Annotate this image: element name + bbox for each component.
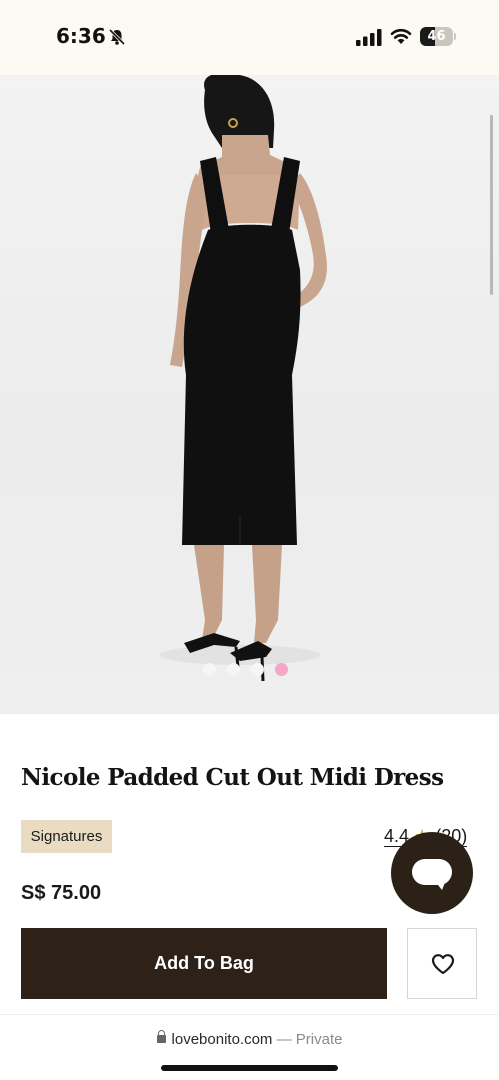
gallery-dot[interactable] — [275, 663, 288, 676]
product-image-carousel[interactable] — [0, 75, 499, 714]
add-to-bag-button[interactable]: Add To Bag — [21, 928, 387, 999]
gallery-dot[interactable] — [251, 663, 264, 676]
chat-bubble-icon — [412, 859, 452, 885]
lock-icon — [156, 1030, 166, 1045]
gallery-dot[interactable] — [227, 663, 240, 676]
url-separator: — — [276, 1031, 292, 1048]
wishlist-button[interactable] — [407, 928, 477, 999]
scroll-indicator[interactable] — [490, 115, 493, 295]
browser-bar[interactable]: lovebonito.com — Private — [0, 1014, 499, 1080]
chat-bubble-tail — [434, 880, 446, 890]
gallery-dots[interactable] — [203, 663, 288, 677]
cellular-signal-icon — [356, 29, 382, 46]
status-bar: 6:36 46 — [0, 0, 499, 75]
url-domain: lovebonito.com — [171, 1031, 273, 1048]
private-mode-label: Private — [295, 1031, 343, 1048]
heart-icon — [431, 954, 455, 975]
battery-icon: 46 — [420, 27, 456, 46]
product-title: Nicole Padded Cut Out Midi Dress — [21, 764, 444, 791]
product-price: S$ 75.00 — [21, 882, 102, 904]
product-photo — [160, 75, 327, 682]
gallery-dot[interactable] — [203, 663, 216, 676]
home-indicator[interactable] — [161, 1065, 338, 1071]
chat-button[interactable] — [391, 832, 473, 914]
signatures-badge: Signatures — [21, 820, 112, 853]
url-line[interactable]: lovebonito.com — Private — [0, 1030, 499, 1048]
battery-level: 46 — [427, 29, 446, 44]
wifi-icon — [390, 28, 412, 44]
status-time: 6:36 — [56, 24, 106, 48]
bell-slash-icon — [108, 28, 126, 46]
